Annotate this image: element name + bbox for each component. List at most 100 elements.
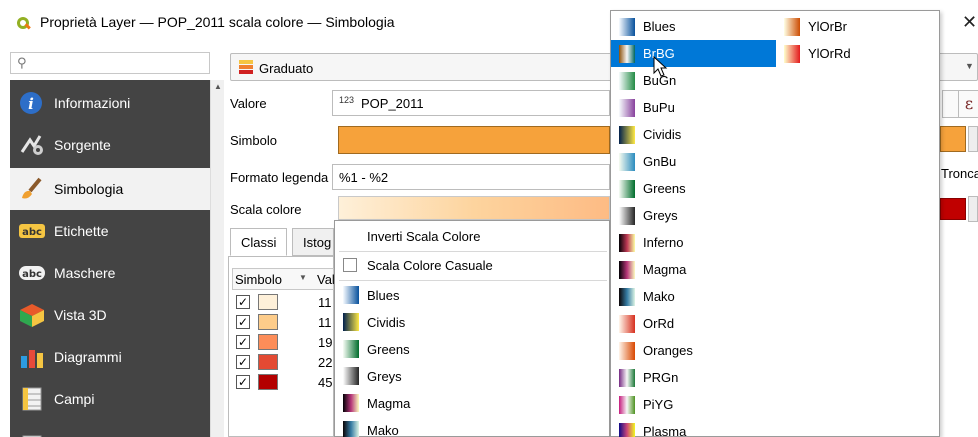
color-ramp-swatch-icon [619, 99, 635, 117]
symbol-color-swatch[interactable] [940, 126, 966, 152]
legend-format-input[interactable]: %1 - %2 [332, 164, 610, 190]
submenu-item-ramp[interactable]: YlOrBr [776, 13, 941, 40]
sidebar-item-maschere[interactable]: abc Maschere [10, 252, 210, 294]
sidebar-search-input[interactable]: ⚲ [10, 52, 210, 74]
random-ramp-checkbox[interactable] [343, 258, 357, 272]
diagrams-icon [21, 350, 43, 368]
table-row[interactable]: ✓ 45 [232, 372, 334, 392]
submenu-item-label: Oranges [643, 343, 693, 358]
color-ramp-swatch-icon [619, 396, 635, 414]
color-ramp-swatch-icon [619, 207, 635, 225]
color-ramp-button[interactable] [338, 196, 610, 220]
color-ramp-swatch-icon [619, 45, 635, 63]
sidebar-item-partial[interactable] [10, 422, 210, 437]
source-icon [20, 135, 43, 155]
class-symbol-swatch[interactable] [258, 314, 278, 330]
tab-istogramma[interactable]: Istog [292, 228, 334, 256]
table-row[interactable]: ✓ 19 [232, 332, 334, 352]
color-ramp-swatch-icon [619, 342, 635, 360]
submenu-item-ramp[interactable]: Plasma [611, 418, 776, 437]
class-checkbox[interactable]: ✓ [236, 335, 250, 349]
table-row[interactable]: ✓ 22 [232, 352, 334, 372]
color-ramp-swatch-icon [343, 394, 359, 412]
symbol-button[interactable] [338, 126, 610, 154]
ramp-dropdown-arrow[interactable] [968, 196, 978, 222]
class-symbol-swatch[interactable] [258, 294, 278, 310]
sidebar-scrollbar[interactable]: ▲ [210, 80, 224, 437]
svg-text:abc: abc [22, 227, 42, 238]
expression-button[interactable]: ε [958, 90, 978, 118]
color-ramp-swatch-icon [343, 367, 359, 385]
submenu-item-ramp[interactable]: BuGn [611, 67, 776, 94]
scroll-up-icon[interactable]: ▲ [214, 82, 222, 91]
numeric-field-icon: 123 [339, 95, 355, 105]
submenu-item-ramp[interactable]: Blues [611, 13, 776, 40]
color-ramp-swatch-icon [619, 288, 635, 306]
sidebar-item-simbologia[interactable]: Simbologia [10, 168, 210, 210]
submenu-item-ramp[interactable]: YlOrRd [776, 40, 941, 67]
submenu-item-ramp[interactable]: Greens [611, 175, 776, 202]
window-title: Proprietà Layer — POP_2011 scala colore … [40, 14, 395, 30]
submenu-item-label: Plasma [643, 424, 687, 437]
column-header-value[interactable]: Val [317, 272, 335, 287]
table-row[interactable]: ✓ 11 [232, 312, 334, 332]
sidebar-item-label: Informazioni [54, 95, 131, 111]
menu-item-ramp[interactable]: Blues [335, 282, 611, 309]
table-row[interactable]: ✓ 11 [232, 292, 334, 312]
paintbrush-icon [22, 177, 42, 199]
menu-item-ramp[interactable]: Greens [335, 336, 611, 363]
submenu-item-ramp[interactable]: Cividis [611, 121, 776, 148]
submenu-item-ramp[interactable]: GnBu [611, 148, 776, 175]
sidebar-item-vista-3d[interactable]: Vista 3D [10, 294, 210, 336]
qgis-logo-icon [17, 17, 31, 30]
submenu-item-ramp[interactable]: PRGn [611, 364, 776, 391]
color-ramp-menu: Inverti Scala Colore Scala Colore Casual… [334, 220, 610, 437]
color-ramp-swatch-icon [343, 421, 359, 437]
ramp-end-color-swatch[interactable] [940, 198, 966, 220]
tab-classi[interactable]: Classi [230, 228, 288, 256]
sidebar-item-etichette[interactable]: abc Etichette [10, 210, 210, 252]
close-icon[interactable]: ✕ [962, 12, 977, 33]
sidebar-item-informazioni[interactable]: i Informazioni [10, 82, 210, 124]
menu-item-ramp[interactable]: Greys [335, 363, 611, 390]
submenu-item-label: Mako [643, 289, 675, 304]
sidebar-item-sorgente[interactable]: Sorgente [10, 124, 210, 166]
sidebar-item-label: Sorgente [54, 137, 111, 153]
submenu-item-ramp[interactable]: BuPu [611, 94, 776, 121]
svg-text:abc: abc [22, 269, 42, 280]
submenu-item-ramp[interactable]: PiYG [611, 391, 776, 418]
class-checkbox[interactable]: ✓ [236, 295, 250, 309]
class-checkbox[interactable]: ✓ [236, 315, 250, 329]
menu-item-ramp[interactable]: Cividis [335, 309, 611, 336]
class-checkbox[interactable]: ✓ [236, 355, 250, 369]
submenu-item-ramp[interactable]: Oranges [611, 337, 776, 364]
menu-item-invert-ramp[interactable]: Inverti Scala Colore [335, 223, 611, 250]
submenu-item-ramp[interactable]: Mako [611, 283, 776, 310]
menu-item-label: Inverti Scala Colore [367, 229, 481, 244]
menu-item-ramp[interactable]: Mako [335, 417, 611, 437]
sidebar-item-label: Vista 3D [54, 307, 107, 323]
class-symbol-swatch[interactable] [258, 374, 278, 390]
sidebar-item-campi[interactable]: Campi [10, 378, 210, 420]
menu-item-ramp[interactable]: Magma [335, 390, 611, 417]
menu-item-label: Magma [367, 396, 411, 411]
truncate-checkbox-label[interactable]: Tronca [941, 166, 978, 181]
submenu-item-ramp[interactable]: Greys [611, 202, 776, 229]
class-checkbox[interactable]: ✓ [236, 375, 250, 389]
info-icon: i [20, 92, 42, 114]
submenu-item-ramp[interactable]: OrRd [611, 310, 776, 337]
symbol-dropdown-arrow[interactable] [968, 126, 978, 152]
chevron-down-icon: ▼ [965, 61, 974, 71]
value-field-select[interactable]: 123 POP_2011 [332, 90, 610, 116]
submenu-item-ramp[interactable]: Magma [611, 256, 776, 283]
color-ramp-swatch-icon [619, 234, 635, 252]
sidebar-item-diagrammi[interactable]: Diagrammi [10, 336, 210, 378]
submenu-item-ramp[interactable]: BrBG [611, 40, 776, 67]
legend-format-label: Formato legenda [230, 170, 329, 185]
color-ramp-swatch-icon [619, 315, 635, 333]
column-header-symbol[interactable]: Simbolo [235, 272, 282, 287]
class-symbol-swatch[interactable] [258, 354, 278, 370]
menu-item-random-ramp[interactable]: Scala Colore Casuale [335, 252, 611, 279]
submenu-item-ramp[interactable]: Inferno [611, 229, 776, 256]
class-symbol-swatch[interactable] [258, 334, 278, 350]
